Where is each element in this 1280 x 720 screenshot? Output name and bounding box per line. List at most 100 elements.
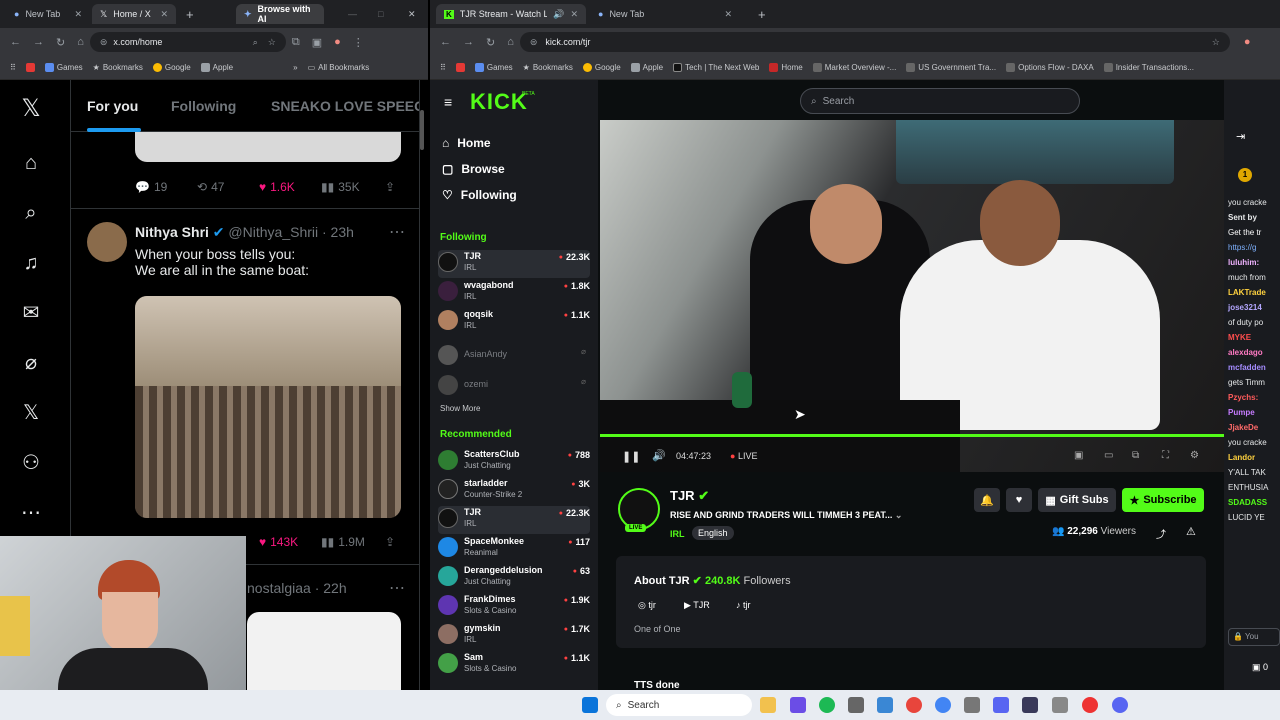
chat-points[interactable]: ▣ 0 [1252,662,1268,673]
progress-bar[interactable] [600,434,1224,437]
profile-icon[interactable]: ● [334,36,341,48]
social-youtube[interactable]: ▶ TJR [684,600,710,611]
tab-new-tab[interactable]: ● New Tab ✕ [6,4,90,24]
menu-icon[interactable]: ⋮ [353,36,364,49]
bookmark-item[interactable]: Games [44,63,83,72]
sidepanel-icon[interactable]: ▣ [312,36,322,49]
grok-icon[interactable]: ⌀ [18,350,44,376]
author-name[interactable]: Nithya Shri [135,224,209,240]
show-more-link[interactable]: Show More [440,404,480,413]
all-bookmarks[interactable]: ▭ All Bookmarks [308,63,370,72]
clip-icon[interactable]: ▣ [1074,450,1083,461]
like-button[interactable]: ♥ 1.6K [259,180,295,194]
app-icon[interactable] [1022,697,1038,713]
tab-new-tab[interactable]: ● New Tab ✕ [590,4,740,24]
settings-icon[interactable]: ⚙ [1190,450,1199,461]
profile-icon[interactable]: ⚇ [18,450,44,476]
discord-icon[interactable] [1112,697,1128,713]
app-icon[interactable] [964,697,980,713]
recommended-channel[interactable]: ScattersClubJust Chatting788 [438,448,590,476]
recommended-channel[interactable]: DerangeddelusionJust Chatting63 [438,564,590,592]
share-icon[interactable]: ⇪ [385,535,395,549]
tab-tjr-stream[interactable]: K TJR Stream - Watch Live on 🔊 ✕ [436,4,586,24]
chat-username[interactable]: Pumpe [1228,408,1255,417]
address-bar[interactable]: ⊜ x.com/home ⌕ ☆ [89,32,286,52]
chat-username[interactable]: SDADASS [1228,498,1267,507]
tab-for-you[interactable]: For you [87,98,138,114]
search-input[interactable]: ⌕ Search [800,88,1080,114]
chat-username[interactable]: LAKTrade [1228,288,1266,297]
post-media[interactable] [135,132,401,162]
chat-username[interactable]: luluhim: [1228,258,1259,267]
bookmark-item[interactable]: Apple [630,63,663,72]
tab-sneako[interactable]: SNEAKO LOVE SPEEC [271,98,419,114]
close-icon[interactable]: ✕ [160,9,168,20]
mail-icon[interactable]: ✉ [18,300,44,326]
gift-subs-button[interactable]: ▦ Gift Subs [1038,488,1116,512]
reply-button[interactable]: 💬 19 [135,180,167,194]
post-media[interactable] [135,296,401,518]
tab-following[interactable]: Following [171,98,236,114]
calculator-icon[interactable] [993,697,1009,713]
pip-icon[interactable]: ⧉ [1132,450,1139,461]
apps-icon[interactable]: ⠿ [10,63,16,72]
app-icon[interactable] [1082,697,1098,713]
post-media[interactable] [247,612,401,690]
recommended-channel[interactable]: gymskinIRL1.7K [438,622,590,650]
report-icon[interactable]: ⚠ [1186,525,1196,538]
chat-username[interactable]: Pzychs: [1228,393,1258,402]
recommended-channel[interactable]: SpaceMonkeeReanimal117 [438,535,590,563]
bookmark-item[interactable]: Insider Transactions... [1103,63,1194,72]
chat-username[interactable]: JjakeDe [1228,423,1258,432]
views-button[interactable]: ▮▮ 1.9M [321,535,365,549]
bookmark-item[interactable]: US Government Tra... [906,63,996,72]
close-icon[interactable]: ✕ [724,9,732,20]
fullscreen-icon[interactable]: ⛶ [1162,450,1169,461]
maximize-icon[interactable]: □ [370,4,391,24]
home-icon[interactable]: ⌂ [507,36,514,48]
stream-tag[interactable]: English [692,526,734,540]
stream-category[interactable]: IRL [670,529,685,539]
like-button[interactable]: ♥ 143K [259,535,298,549]
copilot-icon[interactable] [790,697,806,713]
bookmark-item[interactable]: ★ Bookmarks [93,63,143,72]
author-handle[interactable]: @Nithya_Shrii [228,224,318,240]
bookmark-item[interactable]: Games [474,63,513,72]
bookmark-item[interactable]: Google [582,63,621,72]
back-icon[interactable]: ← [440,36,451,48]
more-icon[interactable]: ⋯ [389,578,405,598]
browse-with-ai-button[interactable]: ✦ Browse with AI [236,4,324,24]
nav-browse[interactable]: ▢ Browse [442,162,505,176]
bookmark-item[interactable] [25,63,35,72]
avatar[interactable] [87,222,127,262]
forward-icon[interactable]: → [33,36,44,48]
follow-button[interactable]: ♥ [1006,488,1032,512]
more-bookmarks-icon[interactable]: » [293,63,297,72]
profile-icon[interactable]: ● [1244,36,1251,48]
new-tab-icon[interactable]: + [178,4,202,24]
home-icon[interactable]: ⌂ [77,36,84,48]
video-player[interactable]: ❚❚ 🔊 04:47:23 ● LIVE ▣ ▭ ⧉ ⛶ ⚙ ➤ [600,120,1224,472]
repost-button[interactable]: ⟲ 47 [197,180,224,194]
settings-icon[interactable] [1052,697,1068,713]
chat-username[interactable]: MYKE [1228,333,1251,342]
scrollbar[interactable] [420,110,424,150]
theater-icon[interactable]: ▭ [1104,450,1113,461]
recommended-channel[interactable]: starladderCounter-Strike 23K [438,477,590,505]
reload-icon[interactable]: ↻ [56,36,65,49]
recommended-channel[interactable]: SamSlots & Casino1.1K [438,651,590,679]
audio-icon[interactable]: 🔊 [553,9,564,20]
windows-start-icon[interactable] [582,697,598,713]
kick-logo[interactable]: KICK [470,89,528,115]
bookmark-item[interactable]: Home [769,63,803,72]
chat-username[interactable]: jose3214 [1228,303,1262,312]
notifications-button[interactable]: 🔔 [974,488,1000,512]
following-channel[interactable]: qoqsikIRL1.1K [438,308,590,336]
chat-input[interactable]: 🔒 You [1228,628,1280,646]
recommended-channel[interactable]: FrankDimesSlots & Casino1.9K [438,593,590,621]
bell-icon[interactable]: ♫ [18,250,44,276]
chat-username[interactable]: Sent by [1228,213,1257,222]
social-tiktok[interactable]: ♪ tjr [736,600,751,610]
taskbar-search[interactable]: ⌕ Search [606,694,752,716]
bookmark-item[interactable]: Google [152,63,191,72]
